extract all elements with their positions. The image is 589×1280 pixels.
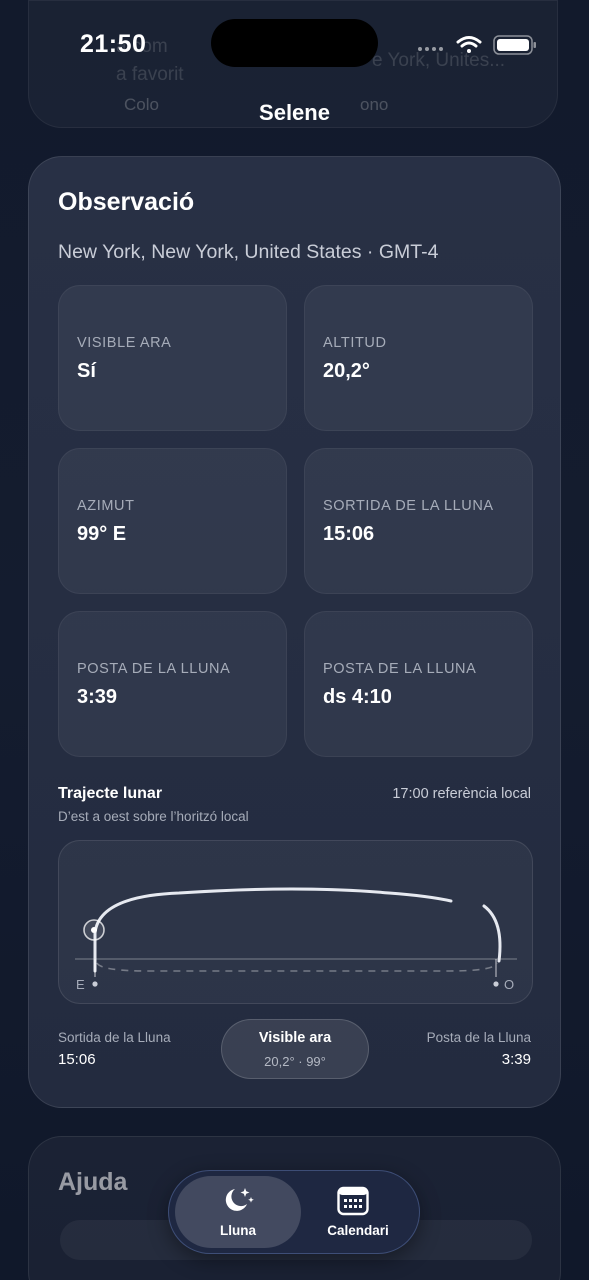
west-dot-icon [493,981,499,987]
east-label: E [76,977,85,992]
tile-azimuth: AZIMUT 99° E [58,448,287,594]
moon-path-title: Trajecte lunar [58,785,163,802]
tile-label: POSTA DE LA LLUNA [323,661,477,677]
moonset-value: 3:39 [501,1051,531,1068]
west-label: O [504,977,515,992]
tile-value: 20,2° [323,360,370,382]
pill-subtitle: 20,2° · 99° [264,1054,326,1069]
dynamic-island [211,19,378,67]
observation-card: Observació New York, New York, United St… [28,156,561,1108]
help-option-left[interactable]: Colo [124,95,159,115]
moon-stars-icon [225,1188,254,1211]
current-moon-position-icon [83,919,105,941]
moonrise-value: 15:06 [58,1051,96,1068]
battery-icon [493,35,536,55]
tab-moon[interactable]: Lluna [175,1176,301,1248]
tile-label: POSTA DE LA LLUNA [77,661,231,677]
setting-path-segment [482,904,502,963]
moon-path-reference: 17:00 referència local [392,786,531,802]
visible-now-pill[interactable]: Visible ara 20,2° · 99° [221,1019,369,1079]
tile-moonrise: SORTIDA DE LA LLUNA 15:06 [304,448,533,594]
calendar-icon [337,1186,369,1216]
help-title: Ajuda [58,1168,128,1196]
tab-calendar[interactable]: Calendari [301,1176,415,1248]
tile-value: Sí [77,360,96,382]
tile-label: AZIMUT [77,498,135,514]
cellular-signal-icon [418,47,443,51]
moonrise-label: Sortida de la Lluna [58,1030,171,1045]
moonset-label: Posta de la Lluna [426,1030,531,1045]
tile-label: VISIBLE ARA [77,335,172,351]
location-subtitle: New York, New York, United States · GMT-… [58,241,439,263]
app-title: Selene [259,100,330,125]
tile-label: SORTIDA DE LA LLUNA [323,498,494,514]
tile-value: 15:06 [323,523,375,545]
help-option-right[interactable]: ono [360,95,388,115]
tab-label: Lluna [220,1223,256,1238]
below-horizon-path [96,962,498,972]
card-title: Observació [58,188,195,216]
moon-path-svg [75,887,517,987]
tile-value: 99° E [77,523,127,545]
wifi-icon [456,36,482,53]
status-time: 21:50 [80,30,147,58]
tile-visible-now: VISIBLE ARA Sí [58,285,287,431]
tab-label: Calendari [327,1223,389,1238]
tile-label: ALTITUD [323,335,387,351]
tile-value: ds 4:10 [323,686,392,708]
status-icons [418,35,536,55]
tile-moonset: POSTA DE LA LLUNA 3:39 [58,611,287,757]
east-dot-icon [92,981,98,987]
status-bar: 21:50 [0,0,589,90]
tile-value: 3:39 [77,686,118,708]
moon-path-subtitle: D’est a oest sobre l’horitzó local [58,809,249,824]
pill-title: Visible ara [258,1030,332,1046]
tile-altitude: ALTITUD 20,2° [304,285,533,431]
tile-moonset-next: POSTA DE LA LLUNA ds 4:10 [304,611,533,757]
tab-bar: Lluna Calendari [168,1170,420,1254]
moon-path-graph: E O [58,840,533,1004]
